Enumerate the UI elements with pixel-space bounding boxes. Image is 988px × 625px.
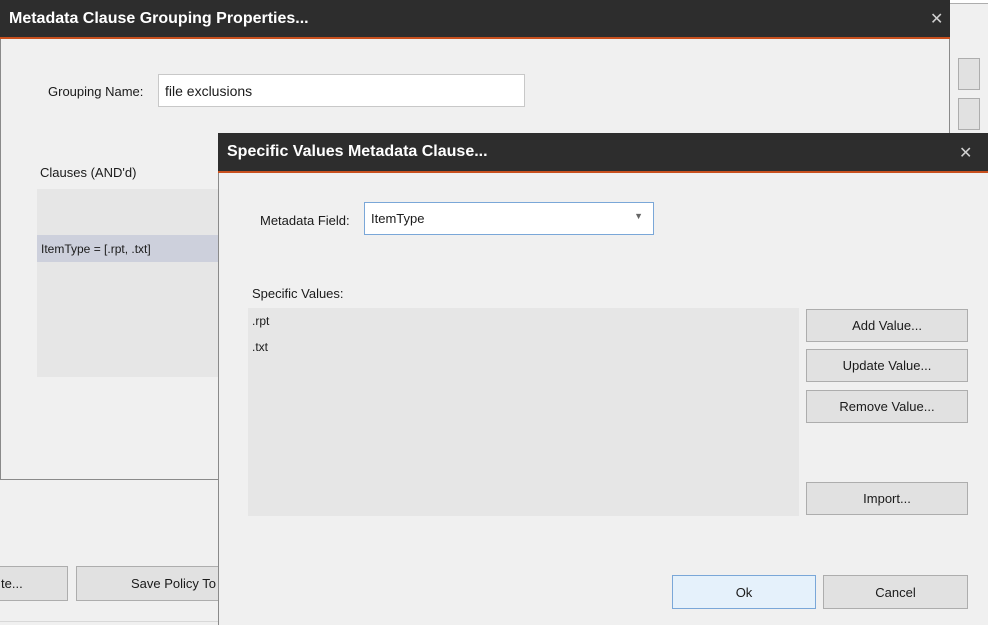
background-right-button-2[interactable]	[958, 98, 980, 130]
metadata-field-select[interactable]: ItemType ▼	[364, 202, 654, 235]
values-dialog-title: Specific Values Metadata Clause...	[227, 143, 488, 160]
background-divider	[0, 621, 220, 622]
add-value-button[interactable]: Add Value...	[806, 309, 968, 342]
cancel-button[interactable]: Cancel	[823, 575, 968, 609]
specific-values-list[interactable]: .rpt .txt	[248, 308, 799, 516]
background-te-button[interactable]: te...	[0, 566, 68, 601]
grouping-dialog-title: Metadata Clause Grouping Properties...	[9, 9, 309, 27]
ok-button[interactable]: Ok	[672, 575, 816, 609]
values-dialog-close-icon[interactable]: ✕	[959, 143, 972, 163]
update-value-button[interactable]: Update Value...	[806, 349, 968, 382]
clauses-label: Clauses (AND'd)	[40, 165, 137, 180]
metadata-field-value: ItemType	[371, 211, 425, 226]
specific-values-label: Specific Values:	[252, 286, 344, 301]
clause-list-item[interactable]: ItemType = [.rpt, .txt]	[37, 235, 222, 262]
clause-text: ItemType = [.rpt, .txt]	[41, 241, 151, 256]
grouping-dialog-close-icon[interactable]: ✕	[930, 9, 943, 29]
grouping-name-label: Grouping Name:	[48, 84, 144, 99]
chevron-down-icon: ▼	[634, 211, 643, 221]
values-dialog-titlebar[interactable]: Specific Values Metadata Clause... ✕	[218, 133, 988, 173]
list-item[interactable]: .txt	[252, 340, 268, 354]
background-right-button-1[interactable]	[958, 58, 980, 90]
list-item[interactable]: .rpt	[252, 314, 269, 328]
background-save-policy-button[interactable]: Save Policy To	[76, 566, 226, 601]
grouping-name-input[interactable]: file exclusions	[158, 74, 525, 107]
metadata-field-label: Metadata Field:	[260, 213, 350, 228]
clauses-list[interactable]: ItemType = [.rpt, .txt]	[37, 189, 222, 377]
remove-value-button[interactable]: Remove Value...	[806, 390, 968, 423]
grouping-dialog-titlebar[interactable]: Metadata Clause Grouping Properties... ✕	[0, 0, 950, 39]
grouping-name-value: file exclusions	[165, 82, 253, 99]
import-button[interactable]: Import...	[806, 482, 968, 515]
